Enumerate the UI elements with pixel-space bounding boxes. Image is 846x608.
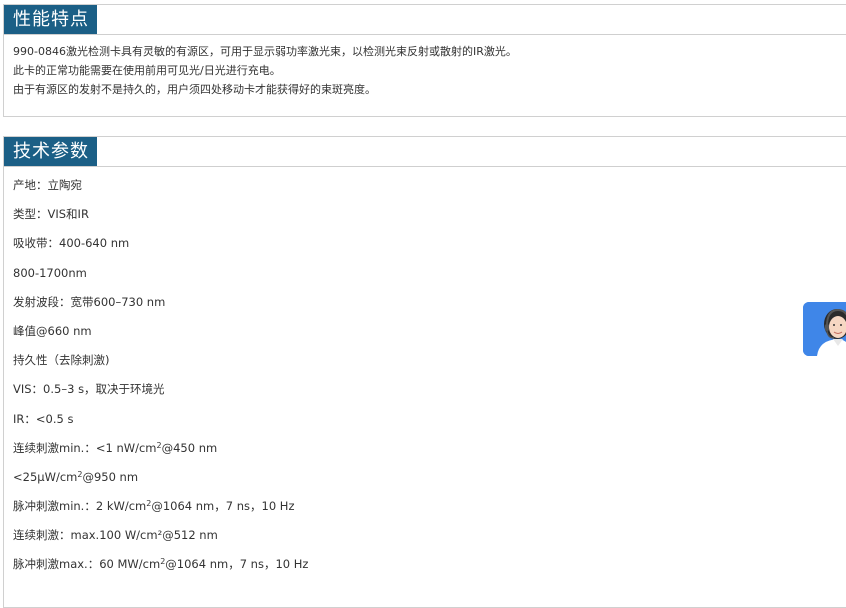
features-line-3: 由于有源区的发射不是持久的，用户须四处移动卡才能获得好的束斑亮度。: [13, 83, 376, 96]
spec-item-text: @1064 nm，7 ns，10 Hz: [165, 557, 309, 572]
spec-item: 脉冲刺激min.：2 kW/cm2@1064 nm，7 ns，10 Hz: [13, 497, 308, 526]
spec-item: 连续刺激min.：<1 nW/cm2@450 nm: [13, 439, 308, 468]
specs-title-divider: [4, 166, 846, 167]
spec-item-text: @450 nm: [161, 440, 218, 455]
spec-item-text: @1064 nm，7 ns，10 Hz: [151, 499, 295, 514]
specs-list: 产地：立陶宛 类型：VIS和IR 吸收带：400-640 nm 800-1700nm 发…: [13, 176, 308, 585]
customer-service-widget[interactable]: [803, 302, 846, 356]
spec-item: 连续刺激：max.100 W/cm²@512 nm: [13, 528, 218, 543]
spec-item: 800-1700nm: [13, 265, 87, 280]
spec-item: 类型：VIS和IR: [13, 207, 89, 222]
specs-section: 技术参数 产地：立陶宛 类型：VIS和IR 吸收带：400-640 nm 800-17…: [3, 136, 846, 608]
spec-item-text: 脉冲刺激max.：60 MW/cm: [13, 557, 161, 572]
spec-item: VIS：0.5–3 s，取决于环境光: [13, 382, 165, 397]
spec-item-text: 脉冲刺激min.：2 kW/cm: [13, 499, 147, 514]
customer-service-icon: [803, 302, 846, 356]
features-line-2: 此卡的正常功能需要在使用前用可见光/日光进行充电。: [13, 64, 281, 77]
features-section: 性能特点 990-0846激光检测卡具有灵敏的有源区，可用于显示弱功率激光束，以…: [3, 4, 846, 117]
spec-item: 峰值@660 nm: [13, 323, 92, 338]
features-title-divider: [4, 34, 846, 35]
spec-item-text: 连续刺激min.：<1 nW/cm: [13, 440, 157, 455]
specs-title: 技术参数: [4, 137, 97, 166]
spec-item: 产地：立陶宛: [13, 178, 82, 192]
spec-item-text: @950 nm: [82, 469, 139, 484]
spec-item: 持久性（去除刺激): [13, 353, 110, 368]
spec-item-text: <25μW/cm: [13, 469, 78, 484]
features-line-1: 990-0846激光检测卡具有灵敏的有源区，可用于显示弱功率激光束，以检测光束反…: [13, 45, 517, 58]
spec-item: 脉冲刺激max.：60 MW/cm2@1064 nm，7 ns，10 Hz: [13, 555, 308, 584]
spec-item: <25μW/cm2@950 nm: [13, 468, 308, 497]
features-title: 性能特点: [4, 5, 97, 34]
spec-item: 发射波段：宽带600–730 nm: [13, 294, 166, 309]
spec-item: IR：<0.5 s: [13, 411, 74, 426]
spec-item: 吸收带：400-640 nm: [13, 236, 130, 251]
